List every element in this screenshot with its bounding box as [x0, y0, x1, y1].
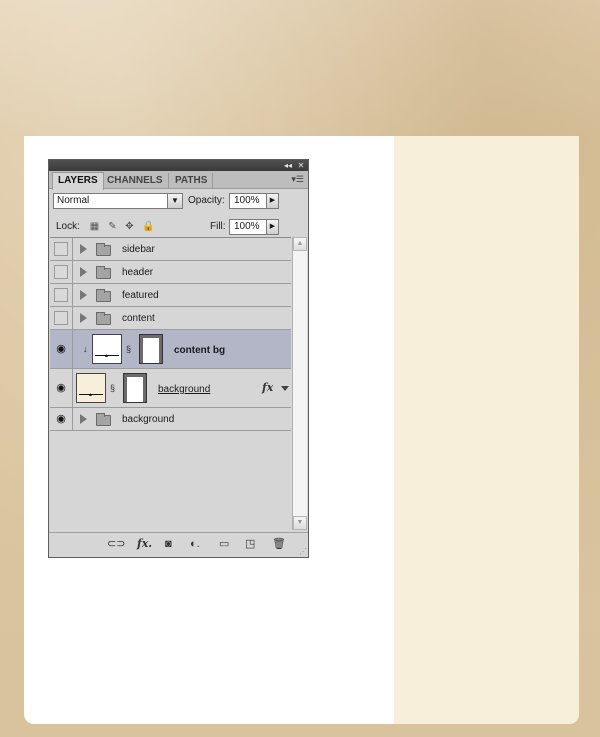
expand-arrow-icon[interactable]	[80, 267, 87, 277]
layer-name: background	[158, 384, 211, 395]
opacity-input[interactable]: 100%	[229, 193, 267, 209]
visibility-cell: ◉	[50, 330, 73, 368]
layer-list: sidebar header featured content ◉ ↓ ▲ § …	[50, 237, 291, 531]
clipping-arrow-icon: ↓	[83, 344, 88, 354]
visibility-cell: ◉	[50, 408, 73, 430]
layer-mask-thumbnail[interactable]	[139, 334, 163, 364]
fx-icon[interactable]: fx	[262, 381, 273, 394]
layer-row-content-bg[interactable]: ◉ ↓ § content bg	[50, 330, 291, 369]
fill-slider-button[interactable]: ▶	[266, 219, 279, 235]
layer-name: background	[122, 414, 175, 425]
layer-thumbnail[interactable]	[76, 373, 106, 403]
visibility-toggle[interactable]	[54, 242, 68, 256]
panel-titlebar[interactable]: ◂◂ ✕	[49, 160, 308, 171]
layer-scrollbar[interactable]: ▲ ▼	[292, 237, 307, 530]
link-layers-icon[interactable]: ⊂⊃	[107, 538, 125, 550]
opacity-label: Opacity:	[188, 195, 225, 206]
panel-tabbar: LAYERS CHANNELS PATHS ▾☰	[49, 171, 308, 190]
visibility-cell: ◉	[50, 369, 73, 407]
card-sidebar	[394, 136, 579, 724]
layer-name: featured	[122, 290, 159, 301]
blend-row: Normal ▼ Opacity: 100% ▶	[49, 189, 308, 214]
layer-name: header	[122, 267, 154, 278]
panel-footer: ⊂⊃ fx. ◙ ◐. ▭ ◳ 🗑 ⋰	[49, 532, 308, 557]
opacity-slider-button[interactable]: ▶	[266, 193, 279, 209]
folder-icon	[96, 266, 111, 279]
eye-icon[interactable]: ◉	[54, 381, 68, 395]
close-icon[interactable]: ✕	[295, 160, 307, 171]
eye-icon[interactable]: ◉	[54, 342, 68, 356]
visibility-toggle[interactable]	[54, 288, 68, 302]
layer-row-header[interactable]: header	[50, 261, 291, 284]
layers-panel: ◂◂ ✕ LAYERS CHANNELS PATHS ▾☰ Normal ▼ O…	[48, 159, 309, 558]
chevron-down-icon[interactable]: ▼	[167, 194, 182, 208]
trash-icon[interactable]: 🗑	[272, 538, 286, 550]
lock-transparency-icon[interactable]: ▦	[89, 221, 100, 232]
folder-icon	[96, 289, 111, 302]
visibility-cell	[50, 284, 73, 306]
layer-thumbnail[interactable]	[92, 334, 122, 364]
link-icon[interactable]: §	[126, 344, 131, 354]
new-group-icon[interactable]: ▭	[219, 538, 229, 550]
eye-icon[interactable]: ◉	[54, 412, 68, 426]
visibility-cell	[50, 307, 73, 329]
expand-arrow-icon[interactable]	[80, 244, 87, 254]
expand-arrow-icon[interactable]	[80, 313, 87, 323]
lock-row: Lock: ▦ ✎ ✥ 🔒 Fill: 100% ▶	[49, 214, 308, 239]
visibility-toggle[interactable]	[54, 311, 68, 325]
tab-channels[interactable]: CHANNELS	[102, 173, 169, 188]
lock-all-icon[interactable]: 🔒	[142, 221, 154, 232]
adjustment-layer-icon[interactable]: ◐.	[190, 538, 200, 550]
expand-arrow-icon[interactable]	[80, 414, 87, 424]
link-icon[interactable]: §	[110, 383, 115, 393]
layer-row-featured[interactable]: featured	[50, 284, 291, 307]
blend-mode-value: Normal	[57, 195, 90, 206]
folder-icon	[96, 243, 111, 256]
effects-toggle-icon[interactable]	[281, 386, 289, 391]
layer-name: sidebar	[122, 244, 155, 255]
visibility-toggle[interactable]	[54, 265, 68, 279]
panel-menu-icon[interactable]: ▾☰	[291, 174, 304, 185]
add-mask-icon[interactable]: ◙	[165, 538, 172, 550]
layer-row-background[interactable]: ◉ § background fx	[50, 369, 291, 408]
resize-grip-icon[interactable]: ⋰	[299, 547, 307, 556]
lock-label: Lock:	[56, 221, 80, 232]
tab-paths[interactable]: PATHS	[170, 173, 214, 188]
visibility-cell	[50, 238, 73, 260]
layer-name: content	[122, 313, 155, 324]
layer-row-sidebar[interactable]: sidebar	[50, 238, 291, 261]
blend-mode-select[interactable]: Normal ▼	[53, 193, 183, 209]
layer-row-background-group[interactable]: ◉ background	[50, 408, 291, 431]
content-card: ◂◂ ✕ LAYERS CHANNELS PATHS ▾☰ Normal ▼ O…	[24, 136, 579, 724]
lock-move-icon[interactable]: ✥	[124, 221, 135, 232]
fill-input[interactable]: 100%	[229, 219, 267, 235]
expand-arrow-icon[interactable]	[80, 290, 87, 300]
tab-layers[interactable]: LAYERS	[52, 172, 104, 190]
new-layer-icon[interactable]: ◳	[245, 538, 255, 550]
folder-icon	[96, 413, 111, 426]
visibility-cell	[50, 261, 73, 283]
scroll-up-button[interactable]: ▲	[293, 237, 307, 251]
folder-icon	[96, 312, 111, 325]
lock-brush-icon[interactable]: ✎	[107, 221, 118, 232]
layer-name: content bg	[174, 345, 226, 356]
layer-mask-thumbnail[interactable]	[123, 373, 147, 403]
layer-row-content[interactable]: content	[50, 307, 291, 330]
fill-label: Fill:	[210, 221, 226, 232]
collapse-icon[interactable]: ◂◂	[282, 160, 294, 171]
scroll-down-button[interactable]: ▼	[293, 516, 307, 530]
add-style-icon[interactable]: fx.	[137, 538, 152, 550]
